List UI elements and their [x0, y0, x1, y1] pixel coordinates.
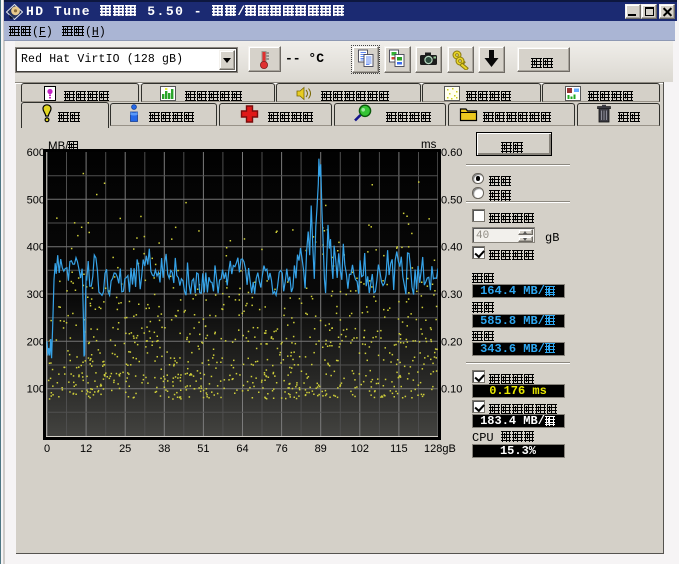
svg-text:38: 38: [158, 443, 170, 455]
svg-text:100: 100: [27, 384, 45, 396]
svg-text:300: 300: [27, 289, 45, 301]
svg-text:0.50: 0.50: [441, 194, 462, 206]
svg-text:200: 200: [27, 336, 45, 348]
svg-text:0.60: 0.60: [441, 147, 462, 159]
svg-text:64: 64: [236, 443, 248, 455]
svg-text:12: 12: [80, 443, 92, 455]
svg-text:25: 25: [119, 443, 131, 455]
svg-text:0.10: 0.10: [441, 384, 462, 396]
svg-text:0.40: 0.40: [441, 242, 462, 254]
svg-text:500: 500: [27, 194, 45, 206]
svg-text:76: 76: [275, 443, 287, 455]
svg-text:0: 0: [44, 443, 50, 455]
svg-text:115: 115: [390, 443, 408, 455]
svg-text:400: 400: [27, 242, 45, 254]
svg-text:51: 51: [197, 443, 209, 455]
svg-text:128gB: 128gB: [424, 443, 456, 455]
svg-text:0.30: 0.30: [441, 289, 462, 301]
svg-text:600: 600: [27, 147, 45, 159]
svg-text:102: 102: [351, 443, 369, 455]
svg-text:89: 89: [315, 443, 327, 455]
svg-text:0.20: 0.20: [441, 336, 462, 348]
